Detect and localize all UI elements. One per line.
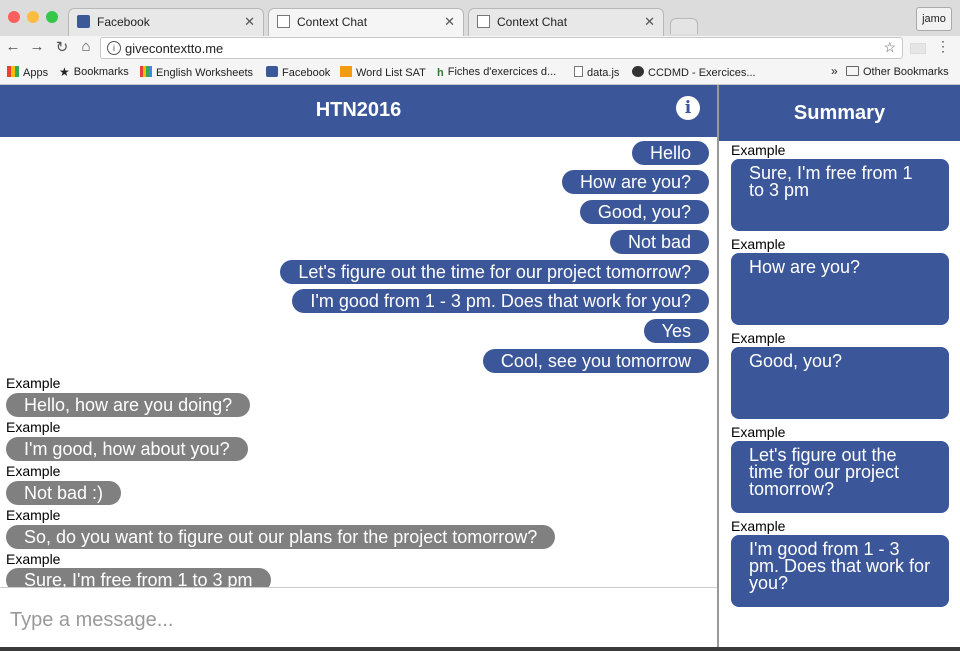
- summary-label: Example: [731, 424, 786, 440]
- sent-message: How are you?: [561, 170, 709, 194]
- folder-icon: [846, 66, 859, 76]
- word-list-icon: [340, 66, 352, 77]
- menu-icon[interactable]: ⋮: [934, 38, 952, 55]
- example-label: Example: [6, 551, 61, 567]
- url-text: givecontextto.me: [125, 41, 224, 56]
- tab-context-chat[interactable]: Context Chat ✕: [468, 8, 664, 36]
- app-title: HTN2016: [315, 99, 402, 121]
- back-icon[interactable]: ←: [4, 38, 22, 55]
- home-icon[interactable]: ⌂: [77, 38, 95, 55]
- bookmark-label: CCDMD - Exercices...: [648, 67, 756, 79]
- example-label: Example: [6, 419, 61, 435]
- chat-header: HTN2016: [0, 85, 717, 137]
- facebook-icon: [266, 66, 278, 77]
- page-icon: [477, 15, 490, 28]
- sent-message: Yes: [643, 319, 709, 343]
- minimize-window-button[interactable]: [27, 11, 39, 23]
- bookmark-english-worksheets[interactable]: English Worksheets: [140, 66, 253, 79]
- info-icon[interactable]: i: [676, 96, 700, 120]
- bookmark-other-bookmarks[interactable]: Other Bookmarks: [846, 66, 949, 78]
- message-input[interactable]: [8, 606, 702, 634]
- bookmark-label: Apps: [23, 67, 49, 79]
- fiches-icon: h: [437, 67, 444, 79]
- bookmark-star-icon[interactable]: ☆: [883, 39, 896, 56]
- close-tab-icon[interactable]: ✕: [244, 14, 255, 30]
- browser-titlebar: Facebook ✕ Context Chat ✕ Context Chat ✕…: [0, 0, 960, 36]
- summary-label: Example: [731, 330, 786, 346]
- bookmark-data-js[interactable]: data.js: [574, 66, 619, 79]
- summary-card[interactable]: I'm good from 1 - 3 pm. Does that work f…: [731, 535, 949, 607]
- bookmarks-bar: Apps ★ Bookmarks English Worksheets Faceb…: [0, 62, 960, 85]
- bookmarks-overflow-icon[interactable]: »: [831, 64, 838, 78]
- example-label: Example: [6, 463, 61, 479]
- summary-card[interactable]: Sure, I'm free from 1 to 3 pm: [731, 159, 949, 231]
- tab-label: Context Chat: [297, 15, 368, 29]
- bookmark-apps[interactable]: Apps: [7, 66, 48, 79]
- message-composer: [0, 587, 717, 648]
- sent-message: Let's figure out the time for our projec…: [280, 260, 709, 284]
- sent-message: I'm good from 1 - 3 pm. Does that work f…: [292, 289, 709, 313]
- bookmark-label: English Worksheets: [156, 67, 254, 79]
- profile-button[interactable]: jamo: [916, 7, 952, 31]
- ccdmd-icon: [632, 66, 644, 77]
- example-message[interactable]: So, do you want to figure out our plans …: [6, 525, 556, 549]
- chat-messages[interactable]: Hello How are you? Good, you? Not bad Le…: [0, 137, 717, 587]
- worksheets-icon: [140, 66, 152, 77]
- star-icon: ★: [59, 65, 70, 79]
- bookmark-facebook[interactable]: Facebook: [266, 66, 330, 79]
- window-bottom-edge: [0, 647, 960, 651]
- example-message[interactable]: Not bad :): [6, 481, 122, 505]
- apps-grid-icon: [7, 66, 19, 77]
- summary-card[interactable]: Good, you?: [731, 347, 949, 419]
- tab-context-chat-active[interactable]: Context Chat ✕: [268, 8, 464, 36]
- new-tab-button[interactable]: [670, 18, 698, 34]
- summary-card[interactable]: Let's figure out the time for our projec…: [731, 441, 949, 513]
- bookmark-fiches[interactable]: h Fiches d'exercices d...: [437, 66, 556, 79]
- summary-label: Example: [731, 142, 786, 158]
- example-label: Example: [6, 507, 61, 523]
- address-bar[interactable]: i givecontextto.me ☆: [100, 37, 903, 59]
- tab-facebook[interactable]: Facebook ✕: [68, 8, 264, 36]
- page-icon: [574, 66, 583, 77]
- close-tab-icon[interactable]: ✕: [444, 14, 455, 30]
- example-message[interactable]: Sure, I'm free from 1 to 3 pm: [6, 568, 271, 587]
- bookmark-label: data.js: [587, 67, 620, 79]
- bookmark-label: Other Bookmarks: [863, 66, 949, 78]
- example-label: Example: [6, 375, 61, 391]
- sent-message: Not bad: [609, 230, 709, 254]
- summary-card[interactable]: How are you?: [731, 253, 949, 325]
- summary-label: Example: [731, 518, 786, 534]
- tab-label: Facebook: [97, 15, 150, 29]
- panel-divider: [717, 85, 719, 647]
- bookmark-word-list-sat[interactable]: Word List SAT: [340, 66, 426, 79]
- browser-toolbar: ← → ↻ ⌂ i givecontextto.me ☆ ⋮: [0, 36, 960, 62]
- bookmark-label: Fiches d'exercices d...: [447, 66, 557, 78]
- zoom-window-button[interactable]: [46, 11, 58, 23]
- bookmark-label: Word List SAT: [356, 67, 426, 79]
- bookmark-ccdmd[interactable]: CCDMD - Exercices...: [632, 66, 756, 79]
- summary-title: Summary: [793, 102, 886, 124]
- sent-message: Good, you?: [579, 200, 709, 224]
- bookmark-bookmarks[interactable]: ★ Bookmarks: [59, 66, 129, 78]
- forward-icon[interactable]: →: [28, 38, 46, 55]
- site-info-icon[interactable]: i: [107, 41, 121, 55]
- sent-message: Cool, see you tomorrow: [482, 349, 709, 373]
- close-window-button[interactable]: [8, 11, 20, 23]
- summary-header: Summary: [719, 85, 960, 141]
- reload-icon[interactable]: ↻: [53, 38, 71, 56]
- page-icon: [277, 15, 290, 28]
- bookmark-label: Bookmarks: [73, 66, 129, 78]
- tab-label: Context Chat: [497, 15, 568, 29]
- bookmark-label: Facebook: [282, 67, 331, 79]
- summary-label: Example: [731, 236, 786, 252]
- sent-message: Hello: [631, 141, 709, 165]
- example-message[interactable]: I'm good, how about you?: [6, 437, 248, 461]
- facebook-icon: [77, 15, 90, 28]
- example-message[interactable]: Hello, how are you doing?: [6, 393, 251, 417]
- close-tab-icon[interactable]: ✕: [644, 14, 655, 30]
- extension-icon[interactable]: [910, 43, 926, 54]
